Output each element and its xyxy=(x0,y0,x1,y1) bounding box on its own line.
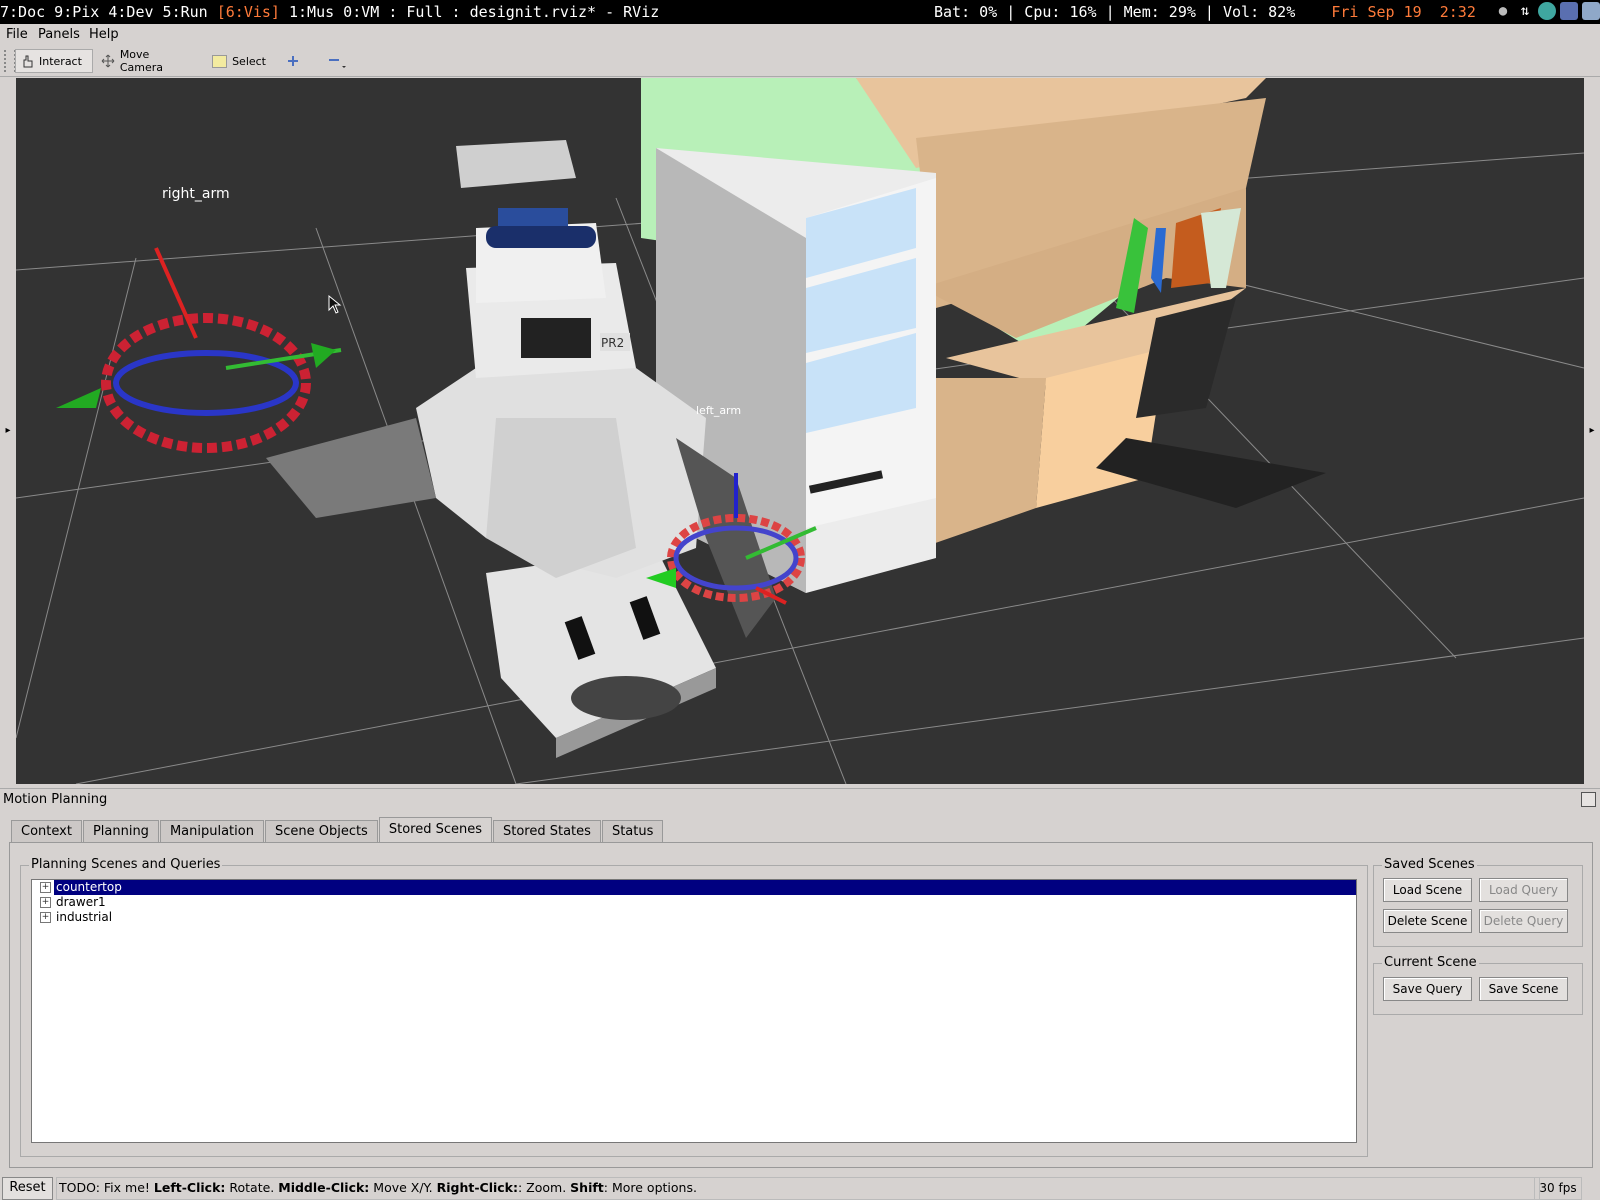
3d-render-viewport[interactable]: PR2 right_arm left_arm xyxy=(16,78,1584,784)
hint-shift-desc: : More options. xyxy=(603,1180,697,1195)
save-scene-button[interactable]: Save Scene xyxy=(1479,977,1568,1001)
select-box-icon xyxy=(212,54,228,68)
minus-dropdown-icon xyxy=(329,59,346,68)
add-tool-button[interactable] xyxy=(282,49,304,73)
select-label: Select xyxy=(232,54,266,68)
scenes-tree[interactable]: + countertop + drawer1 + industrial xyxy=(31,879,1357,1143)
menu-bar: File Panels Help xyxy=(0,24,1600,46)
right-arm-label: right_arm xyxy=(162,186,230,202)
tab-status[interactable]: Status xyxy=(601,820,664,842)
status-bar: Reset TODO: Fix me! Left-Click: Rotate. … xyxy=(0,1174,1600,1200)
mouse-hint-text: TODO: Fix me! Left-Click: Rotate. Middle… xyxy=(56,1177,1540,1200)
save-query-button[interactable]: Save Query xyxy=(1383,977,1472,1001)
interact-tool-button[interactable]: Interact xyxy=(15,49,93,73)
workspace-list: 7:Doc 9:Pix 4:Dev 5:Run [6:Vis] 1:Mus 0:… xyxy=(0,0,659,24)
right-dock-arrow[interactable]: ▸ xyxy=(1584,78,1600,784)
saved-scenes-group-title: Saved Scenes xyxy=(1382,857,1477,872)
move-arrows-icon xyxy=(101,54,115,68)
expand-icon[interactable]: + xyxy=(40,897,51,908)
tab-stored-states[interactable]: Stored States xyxy=(493,820,601,842)
menu-help[interactable]: Help xyxy=(89,27,119,42)
hint-right-key: Right-Click: xyxy=(436,1180,518,1195)
workspaces-before[interactable]: 7:Doc 9:Pix 4:Dev 5:Run xyxy=(0,3,217,21)
hint-left-desc: Rotate. xyxy=(225,1180,279,1195)
load-query-button[interactable]: Load Query xyxy=(1479,878,1568,902)
bell-icon[interactable]: ● xyxy=(1494,2,1512,20)
reset-button[interactable]: Reset xyxy=(2,1177,53,1200)
move-camera-label: Move Camera xyxy=(119,48,163,74)
undock-icon[interactable] xyxy=(1581,792,1596,807)
robot-label: PR2 xyxy=(601,336,624,350)
mouse-cursor-icon xyxy=(328,294,342,314)
hint-intro: TODO: Fix me! xyxy=(59,1180,154,1195)
scene-name: drawer1 xyxy=(56,895,106,909)
system-stats: Bat: 0% | Cpu: 16% | Mem: 29% | Vol: 82%… xyxy=(934,0,1476,24)
hint-right-desc: : Zoom. xyxy=(518,1180,571,1195)
delete-query-button[interactable]: Delete Query xyxy=(1479,909,1568,933)
hint-middle-desc: Move X/Y. xyxy=(369,1180,437,1195)
move-camera-tool-button[interactable]: Move Camera xyxy=(97,48,199,74)
system-status-bar: 7:Doc 9:Pix 4:Dev 5:Run [6:Vis] 1:Mus 0:… xyxy=(0,0,1600,24)
delete-scene-button[interactable]: Delete Scene xyxy=(1383,909,1472,933)
app-tray-icon[interactable] xyxy=(1538,2,1556,20)
scene-name: countertop xyxy=(54,880,1356,895)
select-tool-button[interactable]: Select xyxy=(208,49,270,73)
clock: Fri Sep 19 2:32 xyxy=(1331,3,1476,21)
hint-middle-key: Middle-Click: xyxy=(278,1180,370,1195)
interact-label: Interact xyxy=(39,54,82,68)
plus-icon xyxy=(288,56,298,66)
planning-scenes-group-title: Planning Scenes and Queries xyxy=(29,857,223,872)
resource-stats: Bat: 0% | Cpu: 16% | Mem: 29% | Vol: 82% xyxy=(934,3,1332,21)
right-arm-interactive-marker xyxy=(56,247,342,453)
tool-bar: Interact Move Camera Select xyxy=(0,46,1600,77)
panel-title: Motion Planning xyxy=(3,792,108,807)
motion-planning-panel-header: Motion Planning xyxy=(0,788,1600,811)
tab-stored-scenes[interactable]: Stored Scenes xyxy=(378,817,492,842)
tree-row[interactable]: + countertop xyxy=(32,880,1356,895)
window-title: 1:Mus 0:VM : Full : designit.rviz* - RVi… xyxy=(279,3,660,21)
menu-file[interactable]: File xyxy=(6,27,28,42)
remove-tool-button[interactable] xyxy=(323,49,353,73)
left-arm-label: left_arm xyxy=(696,404,741,417)
tab-planning[interactable]: Planning xyxy=(82,820,159,842)
tree-row[interactable]: + drawer1 xyxy=(32,895,1356,910)
tab-context[interactable]: Context xyxy=(11,820,82,842)
expand-icon[interactable]: + xyxy=(40,912,51,923)
scene-name: industrial xyxy=(56,910,113,924)
system-tray: ● ⇅ xyxy=(1494,2,1600,20)
fps-counter: 30 fps xyxy=(1534,1177,1582,1200)
tab-scene-objects[interactable]: Scene Objects xyxy=(264,820,378,842)
display-tray-icon[interactable] xyxy=(1582,2,1600,20)
tree-row[interactable]: + industrial xyxy=(32,910,1356,925)
scene-render: PR2 right_arm left_arm xyxy=(16,78,1584,784)
current-scene-group-title: Current Scene xyxy=(1382,955,1479,970)
settings-tray-icon[interactable] xyxy=(1560,2,1578,20)
hint-shift-key: Shift xyxy=(570,1180,604,1195)
left-dock-arrow[interactable]: ▸ xyxy=(0,78,16,784)
hint-left-key: Left-Click: xyxy=(153,1180,226,1195)
hand-icon xyxy=(23,55,33,68)
load-scene-button[interactable]: Load Scene xyxy=(1383,878,1472,902)
menu-panels[interactable]: Panels xyxy=(38,27,80,42)
tab-manipulation[interactable]: Manipulation xyxy=(159,820,264,842)
expand-icon[interactable]: + xyxy=(40,882,51,893)
network-arrows-icon[interactable]: ⇅ xyxy=(1516,2,1534,20)
active-workspace[interactable]: [6:Vis] xyxy=(217,3,280,21)
motion-planning-tabs: Context Planning Manipulation Scene Obje… xyxy=(11,817,664,842)
